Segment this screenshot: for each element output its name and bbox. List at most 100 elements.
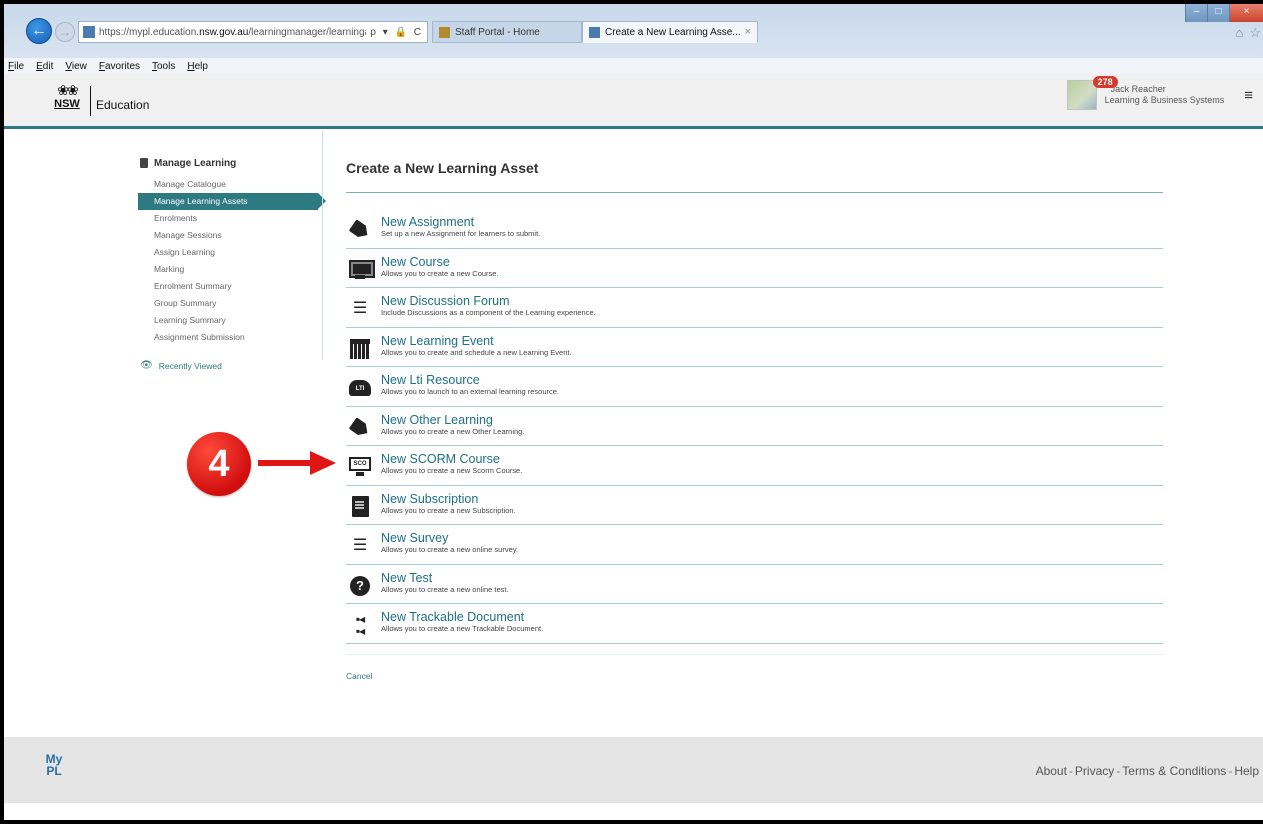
asset-description: Allows you to create and schedule a new …	[381, 347, 572, 357]
nsw-education-logo[interactable]: ❀❀ NSW Education	[50, 82, 149, 116]
sidebar-item-enrolment-summary[interactable]: Enrolment Summary	[138, 278, 328, 295]
asset-description: Allows you to create a new Course.	[381, 268, 499, 278]
title-divider	[346, 192, 1163, 193]
url-text: https://mypl.education.nsw.gov.au/learni…	[99, 26, 366, 38]
browser-menubar: File Edit View Favorites Tools Help	[4, 58, 1263, 74]
asset-name[interactable]: New Lti Resource	[381, 373, 559, 387]
sidebar-item-manage-learning-assets[interactable]: Manage Learning Assets	[138, 193, 326, 210]
menu-help[interactable]: Help	[187, 61, 208, 72]
user-info[interactable]: Jack Reacher Learning & Business Systems	[1105, 84, 1225, 106]
annotation-arrow-icon	[310, 451, 336, 475]
cancel-link[interactable]: Cancel	[346, 671, 1163, 681]
asset-name[interactable]: New Test	[381, 571, 509, 585]
footer-link-terms[interactable]: Terms & Conditions	[1122, 764, 1226, 778]
maximize-button[interactable]: □	[1207, 4, 1229, 22]
minimize-button[interactable]: –	[1185, 4, 1207, 22]
site-footer: My PL About - Privacy - Terms & Conditions - He…	[4, 737, 1263, 803]
calendar-icon	[348, 337, 372, 361]
asset-name[interactable]: New Course	[381, 255, 499, 269]
footer-link-help[interactable]: Help	[1234, 764, 1259, 778]
footer-separator: -	[1116, 764, 1121, 778]
tab-title: Staff Portal - Home	[455, 26, 540, 38]
asset-name[interactable]: New Survey	[381, 531, 518, 545]
recently-viewed-link[interactable]: 👁 Recently Viewed	[138, 360, 328, 371]
menu-edit[interactable]: Edit	[36, 61, 53, 72]
sidebar-item-manage-catalogue[interactable]: Manage Catalogue	[138, 176, 328, 193]
address-tools[interactable]: ρ ▾ 🔒 C	[366, 27, 427, 38]
book-icon	[140, 158, 148, 168]
asset-name[interactable]: New Other Learning	[381, 413, 524, 427]
tab-close-icon[interactable]: ×	[745, 26, 751, 38]
list-icon: ☰	[352, 537, 368, 554]
asset-name[interactable]: New Trackable Document	[381, 610, 543, 624]
asset-new-survey[interactable]: ☰ New Survey Allows you to create a new …	[346, 525, 1163, 565]
avatar[interactable]	[1066, 80, 1097, 110]
back-button[interactable]: ←	[26, 18, 52, 44]
logo-divider	[90, 86, 91, 116]
sidebar-item-assignment-submission[interactable]: Assignment Submission	[138, 329, 328, 346]
menu-tools[interactable]: Tools	[152, 61, 175, 72]
asset-new-trackable-document[interactable]: ▪◂ ▪◂ New Trackable Document Allows you t…	[346, 604, 1163, 644]
list-icon: ☰	[352, 300, 368, 317]
forward-button[interactable]: →	[55, 22, 75, 42]
home-icon[interactable]: ⌂	[1235, 25, 1243, 41]
question-icon: ?	[348, 574, 372, 598]
sidebar-item-group-summary[interactable]: Group Summary	[138, 295, 328, 312]
asset-new-scorm-course[interactable]: SCO New SCORM Course Allows you to creat…	[346, 446, 1163, 486]
asset-new-discussion-forum[interactable]: ☰ New Discussion Forum Include Discussio…	[346, 288, 1163, 328]
asset-description: Set up a new Assignment for learners to …	[381, 229, 541, 238]
sidebar-item-assign-learning[interactable]: Assign Learning	[138, 244, 328, 261]
sco-monitor-icon: SCO	[348, 455, 372, 479]
main-content: Create a New Learning Asset New Assignme…	[346, 156, 1163, 681]
asset-name[interactable]: New SCORM Course	[381, 452, 522, 466]
sidebar-item-learning-summary[interactable]: Learning Summary	[138, 312, 328, 329]
asset-description: Allows you to launch to an external lear…	[381, 387, 560, 396]
monitor-icon	[348, 258, 375, 282]
footer-link-about[interactable]: About	[1036, 764, 1067, 778]
window-controls: – □ ×	[1185, 4, 1263, 22]
sidebar-item-enrolments[interactable]: Enrolments	[138, 210, 328, 227]
hamburger-menu-icon[interactable]: ≡	[1244, 87, 1253, 104]
asset-new-test[interactable]: ? New Test Allows you to create a new on…	[346, 565, 1163, 604]
asset-type-list: New Assignment Set up a new Assignment f…	[346, 209, 1163, 644]
browser-toolbar-icons: ⌂ ☆	[1235, 25, 1261, 41]
asset-description: Allows you to create a new Other Learnin…	[381, 426, 525, 436]
footer-separator: -	[1228, 764, 1233, 778]
user-menu[interactable]: 278 Jack Reacher Learning & Business Sys…	[1066, 76, 1253, 110]
asset-name[interactable]: New Learning Event	[381, 334, 572, 348]
asset-new-course[interactable]: New Course Allows you to create a new Co…	[346, 249, 1163, 288]
staff-portal-tab-icon	[439, 26, 450, 38]
tag-icon	[348, 218, 372, 242]
asset-description: Allows you to create a new Subscription.	[381, 505, 516, 515]
asset-new-assignment[interactable]: New Assignment Set up a new Assignment f…	[346, 209, 1163, 249]
sidebar-item-marking[interactable]: Marking	[138, 261, 328, 278]
sidebar-item-manage-sessions[interactable]: Manage Sessions	[138, 227, 328, 244]
menu-view[interactable]: View	[65, 61, 87, 72]
sidebar-divider	[322, 130, 323, 360]
lti-cloud-icon: LTI	[348, 376, 372, 400]
list-end-divider	[346, 653, 1163, 655]
tab-create-learning-asset[interactable]: Create a New Learning Asse... ×	[582, 21, 758, 43]
close-window-button[interactable]: ×	[1229, 4, 1263, 22]
menu-file[interactable]: File	[8, 61, 24, 72]
asset-new-learning-event[interactable]: New Learning Event Allows you to create …	[346, 328, 1163, 367]
mypl-logo-icon[interactable]: My PL	[42, 753, 66, 781]
asset-name[interactable]: New Discussion Forum	[381, 294, 596, 308]
notification-badge[interactable]: 278	[1092, 76, 1118, 88]
address-bar[interactable]: https://mypl.education.nsw.gov.au/learni…	[78, 21, 428, 43]
asset-name[interactable]: New Assignment	[381, 215, 540, 229]
menu-favorites[interactable]: Favorites	[99, 61, 140, 72]
subscription-icon	[348, 495, 372, 519]
favorites-star-icon[interactable]: ☆	[1249, 25, 1261, 41]
tab-staff-portal[interactable]: Staff Portal - Home	[432, 21, 582, 43]
asset-new-subscription[interactable]: New Subscription Allows you to create a …	[346, 486, 1163, 525]
eye-icon: 👁	[140, 360, 153, 371]
page-title: Create a New Learning Asset	[346, 160, 539, 176]
asset-name[interactable]: New Subscription	[381, 492, 516, 506]
footer-link-privacy[interactable]: Privacy	[1075, 764, 1114, 778]
nsw-waratah-icon: ❀❀ NSW	[54, 82, 80, 110]
asset-new-lti-resource[interactable]: LTI New Lti Resource Allows you to launc…	[346, 367, 1163, 407]
asset-new-other-learning[interactable]: New Other Learning Allows you to create …	[346, 407, 1163, 446]
asset-description: Allows you to create a new Scorm Course.	[381, 466, 523, 475]
footer-links: About - Privacy - Terms & Conditions - Help	[1036, 764, 1259, 778]
